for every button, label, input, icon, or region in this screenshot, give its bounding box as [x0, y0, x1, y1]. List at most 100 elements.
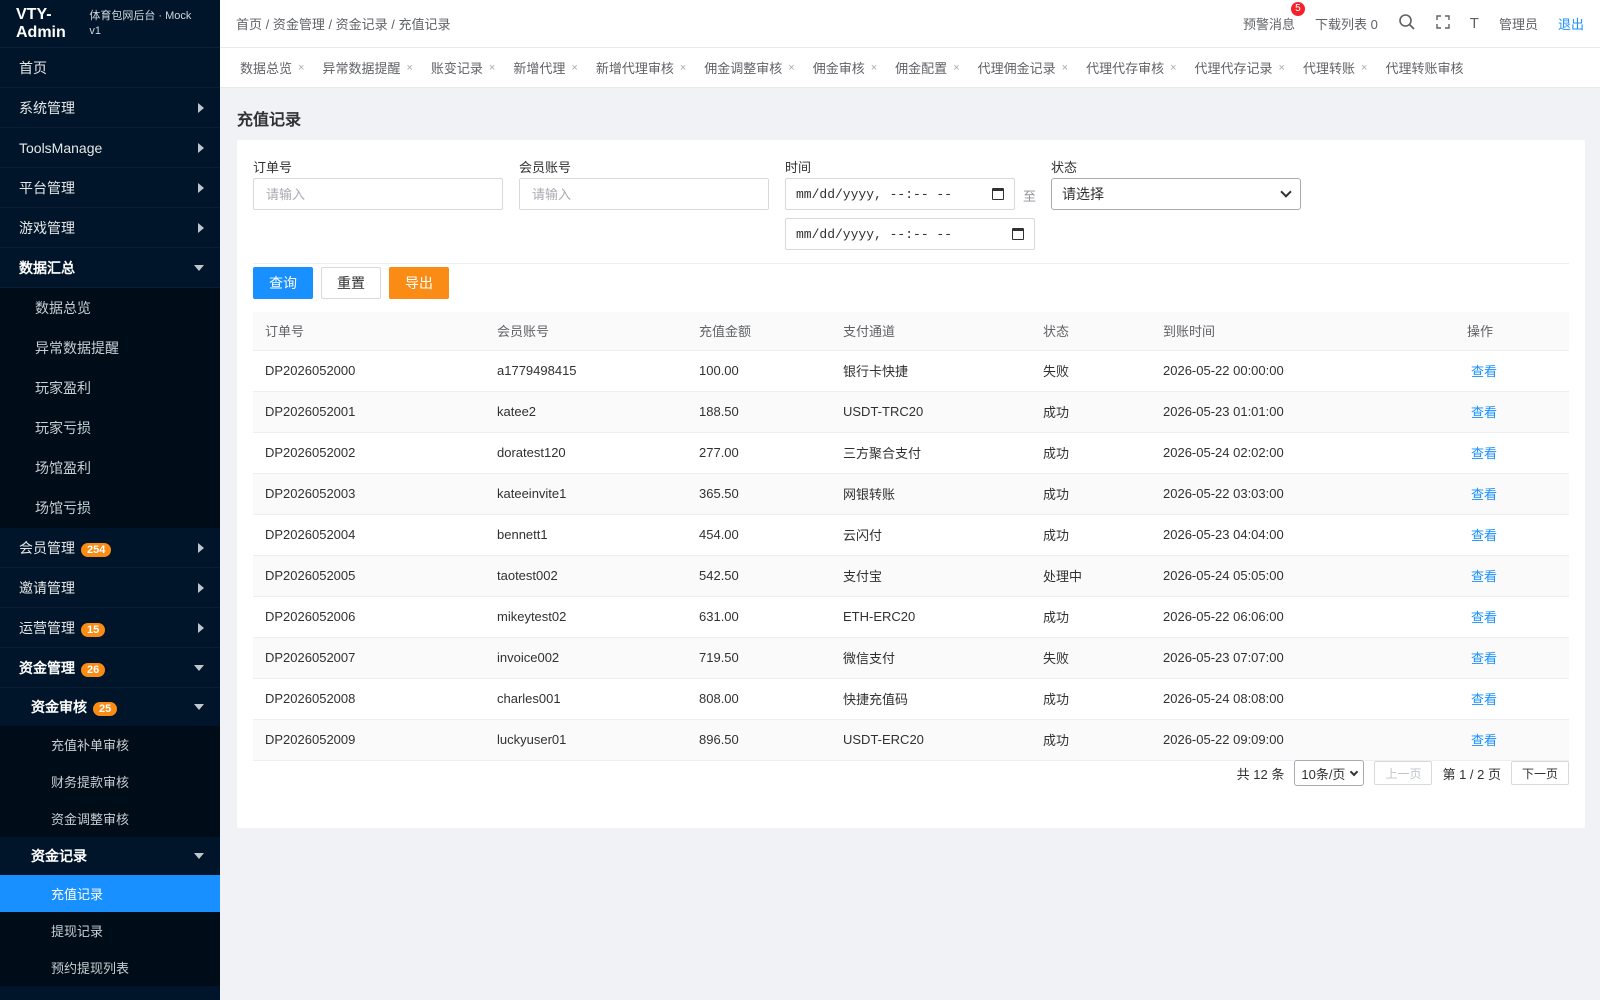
sidebar-item-data-summary[interactable]: 数据汇总	[0, 248, 220, 288]
count-badge: 254	[81, 542, 112, 557]
tab-item[interactable]: 代理转账审核	[1385, 58, 1463, 77]
tab-item[interactable]: 代理佣金记录 ×	[978, 58, 1068, 77]
sidebar-sub-item[interactable]: 资金调整审核	[0, 800, 220, 837]
tab-item[interactable]: 佣金审核 ×	[813, 58, 877, 77]
close-icon[interactable]: ×	[1062, 62, 1068, 74]
view-link[interactable]: 查看	[1471, 405, 1497, 420]
view-link[interactable]: 查看	[1471, 569, 1497, 584]
logout-link[interactable]: 退出	[1558, 14, 1584, 33]
close-icon[interactable]: ×	[1170, 62, 1176, 74]
column-header[interactable]: 订单号	[253, 312, 485, 351]
downloads-link[interactable]: 下载列表 0	[1315, 14, 1378, 33]
table-cell: 2026-05-24 08:08:00	[1151, 678, 1455, 720]
calendar-icon	[1012, 228, 1024, 240]
close-icon[interactable]: ×	[953, 62, 959, 74]
table-row: DP2026052001 katee2 188.50 USDT-TRC20 成功 2026…	[253, 391, 1569, 433]
app-subtitle: 体育包网后台 · Mock v1	[89, 9, 192, 37]
close-icon[interactable]: ×	[1361, 62, 1367, 74]
search-icon[interactable]	[1398, 13, 1416, 34]
column-header[interactable]: 状态	[1031, 312, 1151, 351]
member-input[interactable]	[519, 178, 769, 210]
page-size-select[interactable]: 10条/页	[1294, 760, 1365, 786]
close-icon[interactable]: ×	[298, 62, 304, 74]
sidebar-item-games[interactable]: 游戏管理	[0, 208, 220, 248]
sidebar-item-ops[interactable]: 运营管理 15	[0, 608, 220, 648]
sidebar-item-invite[interactable]: 邀请管理	[0, 568, 220, 608]
close-icon[interactable]: ×	[788, 62, 794, 74]
sidebar-group-funds-audit[interactable]: 资金审核 25	[0, 688, 220, 726]
font-size-icon[interactable]: T	[1470, 15, 1479, 32]
sidebar-sub-item-active[interactable]: 充值记录	[0, 875, 220, 912]
export-button[interactable]: 导出	[389, 267, 449, 299]
status-label: 状态	[1051, 160, 1078, 175]
view-link[interactable]: 查看	[1471, 610, 1497, 625]
sidebar-item-home[interactable]: 首页	[0, 48, 220, 88]
sidebar-item-platform[interactable]: 平台管理	[0, 168, 220, 208]
column-header[interactable]: 充值金额	[687, 312, 831, 351]
column-header[interactable]: 到账时间	[1151, 312, 1455, 351]
tab-item[interactable]: 新增代理审核 ×	[596, 58, 686, 77]
sidebar-sub-item[interactable]: 玩家盈利	[0, 368, 220, 408]
sidebar-group-funds-records[interactable]: 资金记录	[0, 837, 220, 875]
close-icon[interactable]: ×	[1279, 62, 1285, 74]
close-icon[interactable]: ×	[489, 62, 495, 74]
sidebar-sub-item[interactable]: 异常数据提醒	[0, 328, 220, 368]
tab-item[interactable]: 佣金配置 ×	[895, 58, 959, 77]
status-select[interactable]: 请选择	[1051, 178, 1301, 210]
next-page-button[interactable]: 下一页	[1510, 761, 1569, 785]
view-link[interactable]: 查看	[1471, 528, 1497, 543]
table-cell: 失败	[1031, 637, 1151, 679]
sidebar-sub-item[interactable]: 提现记录	[0, 912, 220, 949]
tab-item[interactable]: 代理代存记录 ×	[1195, 58, 1285, 77]
close-icon[interactable]: ×	[871, 62, 877, 74]
tab-item[interactable]: 佣金调整审核 ×	[704, 58, 794, 77]
sidebar-item-member[interactable]: 会员管理 254	[0, 528, 220, 568]
view-link[interactable]: 查看	[1471, 364, 1497, 379]
sidebar-sub-item[interactable]: 充值补单审核	[0, 726, 220, 763]
tab-label: 代理代存记录	[1194, 61, 1273, 76]
user-name[interactable]: 管理员	[1499, 14, 1538, 33]
tab-item[interactable]: 代理转账 ×	[1303, 58, 1367, 77]
close-icon[interactable]: ×	[406, 62, 412, 74]
sidebar-sub-item[interactable]: 场馆盈利	[0, 448, 220, 488]
tab-item[interactable]: 代理代存审核 ×	[1086, 58, 1176, 77]
alerts-link[interactable]: 预警消息 5	[1243, 2, 1305, 33]
column-header[interactable]: 支付通道	[831, 312, 1031, 351]
tab-item[interactable]: 账变记录 ×	[431, 58, 495, 77]
table-cell: 微信支付	[831, 637, 1031, 679]
sidebar-sub-item[interactable]: 预约提现列表	[0, 949, 220, 986]
tab-item[interactable]: 异常数据提醒 ×	[322, 58, 412, 77]
query-button[interactable]: 查询	[253, 267, 313, 299]
time-end-input[interactable]: mm/dd/yyyy, --:-- --	[785, 218, 1035, 250]
tab-label: 代理转账	[1302, 61, 1355, 76]
count-badge: 15	[81, 622, 106, 637]
time-start-input[interactable]: mm/dd/yyyy, --:-- --	[785, 178, 1015, 210]
table-cell: 云闪付	[831, 514, 1031, 556]
sidebar-item-system[interactable]: 系统管理	[0, 88, 220, 128]
reset-button[interactable]: 重置	[321, 267, 381, 299]
order-input[interactable]	[253, 178, 503, 210]
column-header[interactable]: 操作	[1455, 312, 1569, 351]
view-link[interactable]: 查看	[1471, 651, 1497, 666]
tab-item[interactable]: 数据总览 ×	[240, 58, 304, 77]
view-link[interactable]: 查看	[1471, 487, 1497, 502]
sidebar-sub-item[interactable]: 数据总览	[0, 288, 220, 328]
close-icon[interactable]: ×	[571, 62, 577, 74]
sidebar-item-tools[interactable]: ToolsManage	[0, 128, 220, 168]
chevron-down-icon	[194, 264, 204, 271]
chevron-right-icon	[198, 142, 204, 153]
sidebar-item-funds[interactable]: 资金管理 26	[0, 648, 220, 688]
column-header[interactable]: 会员账号	[485, 312, 687, 351]
view-link[interactable]: 查看	[1471, 446, 1497, 461]
sidebar-sub-item[interactable]: 场馆亏损	[0, 488, 220, 528]
chevron-right-icon	[198, 622, 204, 633]
close-icon[interactable]: ×	[680, 62, 686, 74]
fullscreen-icon[interactable]	[1436, 15, 1450, 32]
view-link[interactable]: 查看	[1471, 692, 1497, 707]
sidebar-sub-item[interactable]: 玩家亏损	[0, 408, 220, 448]
view-link[interactable]: 查看	[1471, 733, 1497, 748]
prev-page-button[interactable]: 上一页	[1374, 761, 1433, 785]
tab-item[interactable]: 新增代理 ×	[513, 58, 577, 77]
sidebar-sub-item[interactable]: 财务提款审核	[0, 763, 220, 800]
table-cell: DP2026052003	[253, 473, 485, 515]
